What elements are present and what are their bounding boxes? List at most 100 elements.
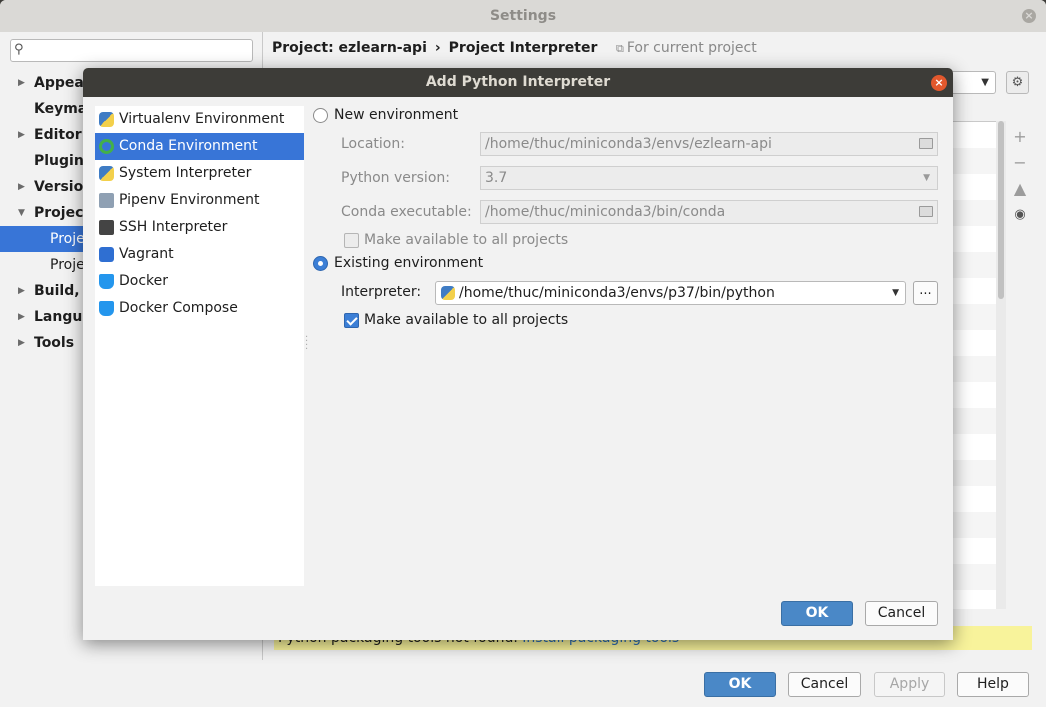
- packages-scrollbar[interactable]: [996, 121, 1006, 609]
- add-interpreter-dialog: Add Python Interpreter × Virtualenv Envi…: [83, 68, 953, 640]
- breadcrumb-separator: ›: [434, 40, 441, 56]
- env-item-pipenv[interactable]: Pipenv Environment: [95, 187, 304, 214]
- conda-executable-value: /home/thuc/miniconda3/bin/conda: [485, 204, 726, 220]
- browse-interpreter-button[interactable]: ...: [913, 281, 938, 305]
- python-version-label: Python version:: [341, 170, 450, 186]
- project-interpreter-dropdown[interactable]: ▼: [952, 71, 996, 94]
- chevron-down-icon: ▼: [892, 288, 899, 298]
- env-item-label: Docker Compose: [119, 300, 238, 316]
- expand-arrow-icon[interactable]: ▶: [18, 304, 25, 330]
- expand-arrow-icon[interactable]: ▶: [18, 330, 25, 356]
- table-row: [952, 408, 996, 434]
- settings-search[interactable]: ⚲: [10, 39, 253, 62]
- location-value: /home/thuc/miniconda3/envs/ezlearn-api: [485, 136, 772, 152]
- breadcrumb-project[interactable]: Project: ezlearn-api: [272, 40, 427, 56]
- search-icon: ⚲: [14, 42, 24, 57]
- python-icon: [99, 166, 114, 181]
- chevron-down-icon: ▼: [923, 173, 930, 183]
- expand-arrow-icon[interactable]: ▶: [18, 70, 25, 96]
- apply-button[interactable]: Apply: [874, 672, 945, 697]
- sidebar-item-label: Tools: [34, 335, 75, 351]
- python-icon: [441, 286, 455, 300]
- ok-button[interactable]: OK: [704, 672, 776, 697]
- python-version-value: 3.7: [485, 170, 508, 186]
- location-label: Location:: [341, 136, 405, 152]
- env-item-docker-compose[interactable]: Docker Compose: [95, 295, 304, 322]
- search-input[interactable]: [33, 41, 248, 60]
- table-row: [952, 148, 996, 174]
- eye-icon[interactable]: ◉: [1008, 202, 1032, 228]
- settings-title: Settings: [489, 8, 557, 24]
- table-row: [952, 460, 996, 486]
- new-env-make-available-checkbox[interactable]: [344, 233, 359, 248]
- env-item-label: System Interpreter: [119, 165, 252, 181]
- new-environment-radio[interactable]: [313, 108, 328, 123]
- docker-compose-icon: [99, 301, 114, 316]
- settings-close-icon[interactable]: ×: [1022, 9, 1036, 23]
- env-item-ssh[interactable]: SSH Interpreter: [95, 214, 304, 241]
- packages-table: [952, 121, 996, 609]
- close-icon[interactable]: ×: [931, 75, 947, 91]
- gear-icon[interactable]: ⚙: [1006, 71, 1029, 94]
- conda-executable-field[interactable]: /home/thuc/miniconda3/bin/conda: [480, 200, 938, 224]
- scrollbar-thumb[interactable]: [998, 121, 1004, 299]
- dialog-title: Add Python Interpreter: [425, 74, 611, 90]
- existing-env-make-available-checkbox[interactable]: [344, 313, 359, 328]
- expand-arrow-icon[interactable]: ▶: [18, 122, 25, 148]
- for-current-project-label: For current project: [626, 40, 757, 56]
- existing-env-make-available-label[interactable]: Make available to all projects: [364, 310, 568, 330]
- breadcrumb: Project: ezlearn-api › Project Interpreter: [272, 38, 597, 58]
- python-version-select[interactable]: 3.7 ▼: [480, 166, 938, 190]
- splitter-handle[interactable]: · · · ·: [305, 333, 308, 355]
- upgrade-package-icon[interactable]: ▲: [1008, 176, 1032, 202]
- sidebar-item-label: Editor: [34, 127, 82, 143]
- table-row: [952, 200, 996, 226]
- env-item-vagrant[interactable]: Vagrant: [95, 241, 304, 268]
- env-item-label: Virtualenv Environment: [119, 111, 285, 127]
- cancel-button[interactable]: Cancel: [788, 672, 861, 697]
- collapse-arrow-icon[interactable]: ▼: [18, 200, 25, 226]
- table-row: [952, 356, 996, 382]
- package-tools: + − ▲ ◉: [1008, 124, 1032, 228]
- folder-icon[interactable]: [919, 206, 933, 217]
- environment-type-list: Virtualenv Environment Conda Environment…: [95, 106, 304, 586]
- help-button[interactable]: Help: [957, 672, 1029, 697]
- dialog-ok-button[interactable]: OK: [781, 601, 853, 626]
- table-row: [952, 512, 996, 538]
- docker-icon: [99, 274, 114, 289]
- for-current-project: ⧉ For current project: [616, 38, 757, 58]
- virtualenv-icon: [99, 112, 114, 127]
- remove-package-icon[interactable]: −: [1008, 150, 1032, 176]
- copy-icon: ⧉: [616, 42, 624, 55]
- env-item-label: Docker: [119, 273, 169, 289]
- add-package-icon[interactable]: +: [1008, 124, 1032, 150]
- expand-arrow-icon[interactable]: ▶: [18, 278, 25, 304]
- pipenv-icon: [99, 193, 114, 208]
- new-env-make-available-label: Make available to all projects: [364, 232, 569, 248]
- env-item-label: Conda Environment: [119, 138, 258, 154]
- conda-icon: [99, 139, 114, 154]
- expand-arrow-icon[interactable]: ▶: [18, 174, 25, 200]
- interpreter-select[interactable]: /home/thuc/miniconda3/envs/p37/bin/pytho…: [435, 281, 906, 305]
- interpreter-label: Interpreter:: [341, 284, 422, 300]
- table-row: [952, 252, 996, 278]
- folder-icon[interactable]: [919, 138, 933, 149]
- env-item-label: Vagrant: [119, 246, 174, 262]
- existing-environment-label[interactable]: Existing environment: [334, 253, 483, 273]
- env-item-conda[interactable]: Conda Environment: [95, 133, 304, 160]
- vagrant-icon: [99, 247, 114, 262]
- terminal-icon: [99, 220, 114, 235]
- dialog-cancel-button[interactable]: Cancel: [865, 601, 938, 626]
- interpreter-value: /home/thuc/miniconda3/envs/p37/bin/pytho…: [459, 285, 775, 301]
- table-row: [952, 304, 996, 330]
- env-item-label: Pipenv Environment: [119, 192, 260, 208]
- table-row: [952, 564, 996, 590]
- env-item-docker[interactable]: Docker: [95, 268, 304, 295]
- env-item-virtualenv[interactable]: Virtualenv Environment: [95, 106, 304, 133]
- existing-environment-radio[interactable]: [313, 256, 328, 271]
- env-item-system[interactable]: System Interpreter: [95, 160, 304, 187]
- location-field[interactable]: /home/thuc/miniconda3/envs/ezlearn-api: [480, 132, 938, 156]
- breadcrumb-page: Project Interpreter: [448, 40, 598, 56]
- new-environment-label[interactable]: New environment: [334, 105, 458, 125]
- conda-executable-label: Conda executable:: [341, 204, 472, 220]
